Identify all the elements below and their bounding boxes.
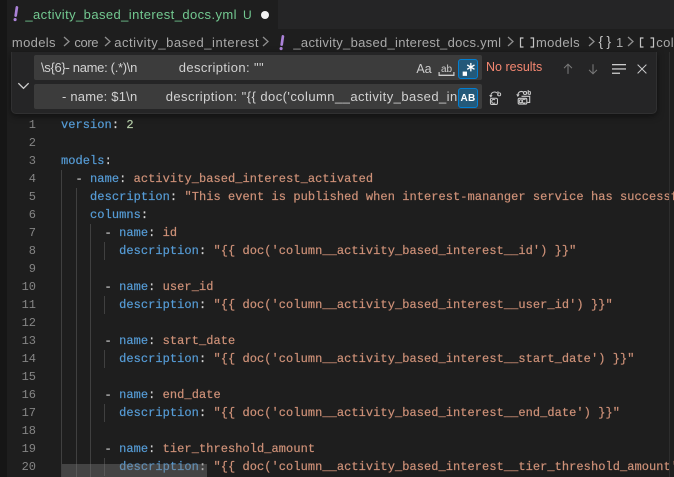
svg-text:ab: ab bbox=[441, 64, 453, 75]
